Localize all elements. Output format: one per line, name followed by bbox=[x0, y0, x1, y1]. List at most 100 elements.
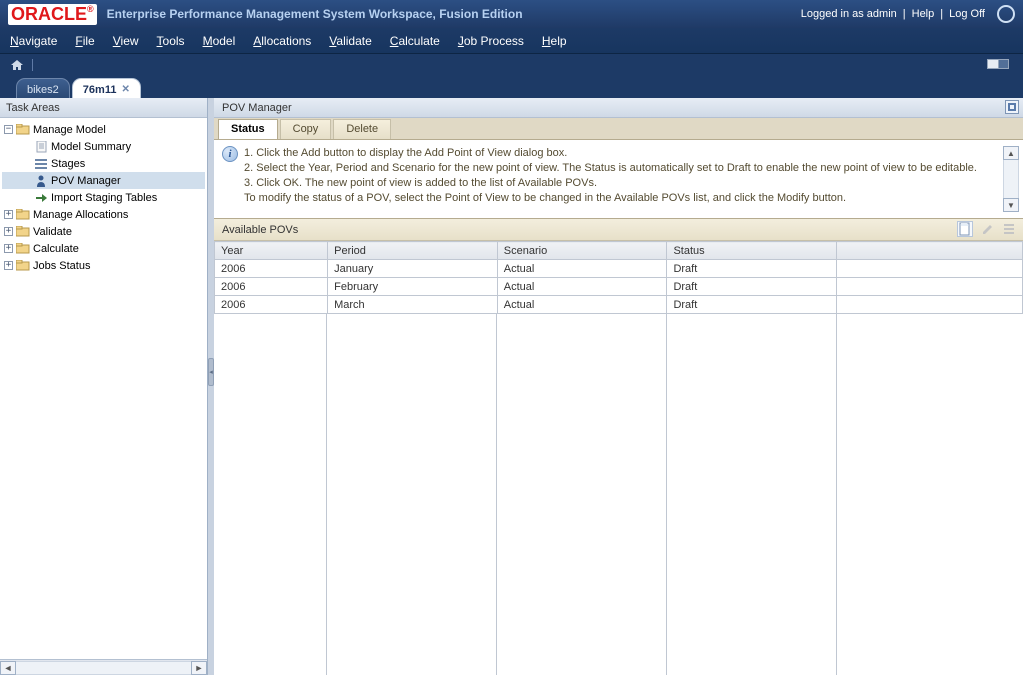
tab-label: bikes2 bbox=[27, 84, 59, 96]
close-icon[interactable]: ✕ bbox=[121, 84, 129, 95]
sidebar-hscrollbar[interactable]: ◄ ► bbox=[0, 659, 207, 675]
menu-allocations[interactable]: Allocations bbox=[253, 34, 311, 48]
doc-tab-bikes2[interactable]: bikes2 bbox=[16, 78, 70, 98]
main-title-bar: POV Manager bbox=[214, 98, 1023, 118]
menu-model[interactable]: Model bbox=[203, 34, 236, 48]
doc-tab-76m11[interactable]: 76m11 ✕ bbox=[72, 78, 141, 98]
splitter-grip-icon[interactable]: ◂ bbox=[208, 358, 214, 386]
subtab-delete[interactable]: Delete bbox=[333, 119, 391, 139]
instructions-vscrollbar[interactable]: ▲ ▼ bbox=[1003, 146, 1019, 212]
menu-view[interactable]: View bbox=[113, 34, 139, 48]
col-header-year[interactable]: Year bbox=[215, 242, 328, 260]
info-icon: i bbox=[222, 146, 238, 162]
sidebar-title: Task Areas bbox=[0, 98, 207, 118]
table-row[interactable]: 2006JanuaryActualDraft bbox=[215, 260, 1023, 278]
instruction-line: 2. Select the Year, Period and Scenario … bbox=[244, 161, 993, 176]
tree-label: Manage Allocations bbox=[33, 209, 128, 221]
grid-fill bbox=[214, 314, 1023, 675]
table-cell: March bbox=[328, 296, 498, 314]
pov-table: Year Period Scenario Status 2006JanuaryA… bbox=[214, 241, 1023, 314]
tree-node-manage-allocations[interactable]: + Manage Allocations bbox=[2, 206, 205, 223]
subtab-bar: Status Copy Delete bbox=[214, 118, 1023, 140]
grid-menu-icon[interactable] bbox=[1001, 221, 1017, 237]
grid-toolbar bbox=[957, 221, 1017, 237]
expand-icon[interactable]: + bbox=[4, 261, 13, 270]
person-icon bbox=[34, 175, 48, 187]
instructions-text: 1. Click the Add button to display the A… bbox=[244, 146, 997, 212]
scroll-down-icon[interactable]: ▼ bbox=[1003, 198, 1019, 212]
window-layout-icon[interactable] bbox=[987, 59, 1009, 69]
folder-icon bbox=[16, 124, 30, 136]
menu-tools[interactable]: Tools bbox=[157, 34, 185, 48]
menu-validate[interactable]: Validate bbox=[329, 34, 372, 48]
col-header-scenario[interactable]: Scenario bbox=[497, 242, 667, 260]
tree-node-jobs-status[interactable]: + Jobs Status bbox=[2, 257, 205, 274]
collapse-icon[interactable]: − bbox=[4, 125, 13, 134]
separator: | bbox=[903, 8, 906, 20]
table-cell: 2006 bbox=[215, 260, 328, 278]
table-cell bbox=[837, 278, 1023, 296]
table-cell: Draft bbox=[667, 296, 837, 314]
expand-icon[interactable]: + bbox=[4, 227, 13, 236]
col-header-period[interactable]: Period bbox=[328, 242, 498, 260]
main-title-label: POV Manager bbox=[222, 102, 292, 114]
header-right: Logged in as admin | Help | Log Off bbox=[801, 5, 1015, 23]
folder-icon bbox=[16, 260, 30, 272]
app-title: Enterprise Performance Management System… bbox=[107, 7, 523, 21]
edit-button[interactable] bbox=[979, 221, 995, 237]
instruction-line: To modify the status of a POV, select th… bbox=[244, 191, 993, 206]
home-icon[interactable] bbox=[10, 59, 24, 71]
pov-grid: Year Period Scenario Status 2006JanuaryA… bbox=[214, 241, 1023, 675]
tree-label: Import Staging Tables bbox=[51, 192, 157, 204]
table-cell: Actual bbox=[497, 260, 667, 278]
scroll-up-icon[interactable]: ▲ bbox=[1003, 146, 1019, 160]
col-header-empty[interactable] bbox=[837, 242, 1023, 260]
table-row[interactable]: 2006FebruaryActualDraft bbox=[215, 278, 1023, 296]
stages-icon bbox=[34, 158, 48, 170]
tree-node-validate[interactable]: + Validate bbox=[2, 223, 205, 240]
oracle-logo: ORACLE® bbox=[8, 4, 97, 25]
tree-node-pov-manager[interactable]: POV Manager bbox=[2, 172, 205, 189]
menu-file[interactable]: File bbox=[75, 34, 94, 48]
table-cell bbox=[837, 296, 1023, 314]
folder-icon bbox=[16, 226, 30, 238]
table-cell: 2006 bbox=[215, 296, 328, 314]
separator bbox=[32, 59, 33, 71]
tab-label: 76m11 bbox=[83, 84, 117, 96]
tree-label: Stages bbox=[51, 158, 85, 170]
add-button[interactable] bbox=[957, 221, 973, 237]
menu-job-process[interactable]: Job Process bbox=[458, 34, 524, 48]
table-row[interactable]: 2006MarchActualDraft bbox=[215, 296, 1023, 314]
subtab-status[interactable]: Status bbox=[218, 119, 278, 139]
task-tree: − Manage Model Model Summary Stages POV … bbox=[0, 118, 207, 659]
scroll-right-icon[interactable]: ► bbox=[191, 661, 207, 675]
scroll-track[interactable] bbox=[16, 661, 191, 675]
tree-node-import-staging[interactable]: Import Staging Tables bbox=[2, 189, 205, 206]
toolbar bbox=[0, 54, 1023, 76]
splitter-handle[interactable]: ◂ bbox=[208, 98, 214, 675]
maximize-icon[interactable] bbox=[1005, 100, 1019, 114]
tree-label: Model Summary bbox=[51, 141, 131, 153]
menu-navigate[interactable]: Navigate bbox=[10, 34, 57, 48]
table-cell: Actual bbox=[497, 278, 667, 296]
col-header-status[interactable]: Status bbox=[667, 242, 837, 260]
menu-help[interactable]: Help bbox=[542, 34, 567, 48]
menu-calculate[interactable]: Calculate bbox=[390, 34, 440, 48]
subtab-label: Status bbox=[231, 123, 265, 135]
table-header: Year Period Scenario Status bbox=[215, 242, 1023, 260]
expand-icon[interactable]: + bbox=[4, 244, 13, 253]
help-link[interactable]: Help bbox=[912, 8, 935, 20]
folder-icon bbox=[16, 243, 30, 255]
tree-node-model-summary[interactable]: Model Summary bbox=[2, 138, 205, 155]
table-cell: 2006 bbox=[215, 278, 328, 296]
tree-label: POV Manager bbox=[51, 175, 121, 187]
app-header: ORACLE® Enterprise Performance Managemen… bbox=[0, 0, 1023, 28]
tree-node-manage-model[interactable]: − Manage Model bbox=[2, 121, 205, 138]
subtab-copy[interactable]: Copy bbox=[280, 119, 332, 139]
logoff-link[interactable]: Log Off bbox=[949, 8, 985, 20]
scroll-track[interactable] bbox=[1003, 160, 1019, 198]
scroll-left-icon[interactable]: ◄ bbox=[0, 661, 16, 675]
tree-node-calculate[interactable]: + Calculate bbox=[2, 240, 205, 257]
tree-node-stages[interactable]: Stages bbox=[2, 155, 205, 172]
expand-icon[interactable]: + bbox=[4, 210, 13, 219]
